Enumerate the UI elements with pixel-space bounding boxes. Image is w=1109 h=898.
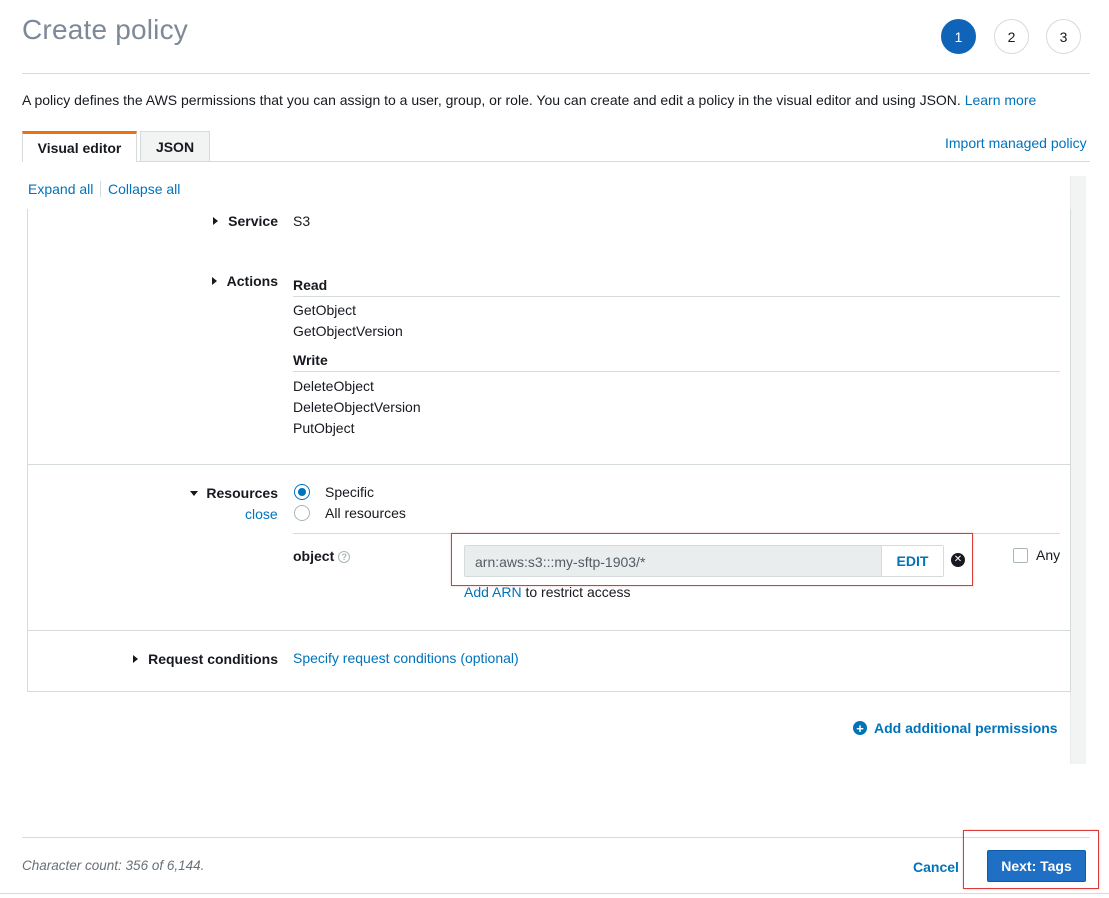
header-divider (22, 73, 1090, 74)
object-label-text: object (293, 548, 335, 564)
tabs-divider (22, 161, 1090, 162)
arn-field[interactable]: arn:aws:s3:::my-sftp-1903/* EDIT (464, 545, 944, 577)
policy-description: A policy defines the AWS permissions tha… (22, 92, 1036, 108)
footer-divider (22, 837, 1090, 838)
specify-request-conditions-link[interactable]: Specify request conditions (optional) (293, 650, 519, 666)
service-label[interactable]: Service (200, 213, 278, 229)
radio-all-resources-label[interactable]: All resources (325, 505, 406, 521)
edit-arn-button[interactable]: EDIT (881, 546, 943, 576)
plus-circle-icon[interactable]: + (853, 721, 867, 735)
page-title: Create policy (22, 14, 189, 45)
object-label: object? (293, 548, 351, 564)
request-conditions-label[interactable]: Request conditions (140, 651, 278, 667)
step-2[interactable]: 2 (994, 19, 1029, 54)
group-divider (293, 296, 1060, 297)
help-icon[interactable]: ? (338, 551, 351, 563)
action-item: PutObject (293, 420, 355, 436)
add-arn-row: Add ARN to restrict access (464, 584, 631, 600)
resources-label[interactable]: Resources (198, 485, 278, 501)
editor-scrollbar[interactable] (1070, 176, 1086, 764)
caret-down-icon[interactable] (190, 491, 198, 496)
actions-label[interactable]: Actions (200, 273, 278, 289)
step-3[interactable]: 3 (1046, 19, 1081, 54)
radio-specific-label[interactable]: Specific (325, 484, 374, 500)
tab-visual-editor[interactable]: Visual editor (22, 131, 137, 162)
actions-group-read: Read (293, 277, 328, 293)
remove-circle-icon[interactable]: ✕ (951, 553, 965, 567)
bottom-divider (0, 893, 1109, 894)
tab-json[interactable]: JSON (140, 131, 210, 162)
character-count: Character count: 356 of 6,144. (22, 858, 205, 873)
section-divider (28, 630, 1070, 631)
link-separator (100, 181, 101, 197)
expand-all-link[interactable]: Expand all (28, 181, 93, 197)
collapse-all-link[interactable]: Collapse all (108, 181, 180, 197)
add-arn-link[interactable]: Add ARN (464, 584, 522, 600)
any-checkbox[interactable] (1013, 548, 1028, 563)
next-tags-button[interactable]: Next: Tags (987, 850, 1086, 882)
resources-close-link[interactable]: close (245, 506, 278, 522)
description-text: A policy defines the AWS permissions tha… (22, 92, 961, 108)
learn-more-link[interactable]: Learn more (965, 92, 1037, 108)
actions-group-write: Write (293, 352, 328, 368)
group-divider (293, 371, 1060, 372)
section-divider (28, 464, 1070, 465)
action-item: DeleteObjectVersion (293, 399, 421, 415)
step-1[interactable]: 1 (941, 19, 976, 54)
service-value: S3 (293, 213, 311, 229)
any-label[interactable]: Any (1036, 547, 1060, 563)
permission-block (27, 209, 1071, 692)
import-managed-policy-link[interactable]: Import managed policy (945, 135, 1087, 151)
radio-all-resources[interactable] (294, 505, 310, 521)
arn-value: arn:aws:s3:::my-sftp-1903/* (475, 554, 646, 570)
radio-specific[interactable] (294, 484, 310, 500)
action-item: DeleteObject (293, 378, 374, 394)
action-item: GetObject (293, 302, 357, 318)
add-arn-suffix: to restrict access (525, 584, 631, 600)
action-item: GetObjectVersion (293, 323, 403, 339)
add-additional-permissions-link[interactable]: Add additional permissions (874, 720, 1058, 736)
caret-right-icon[interactable] (133, 655, 138, 663)
cancel-button[interactable]: Cancel (913, 859, 959, 875)
